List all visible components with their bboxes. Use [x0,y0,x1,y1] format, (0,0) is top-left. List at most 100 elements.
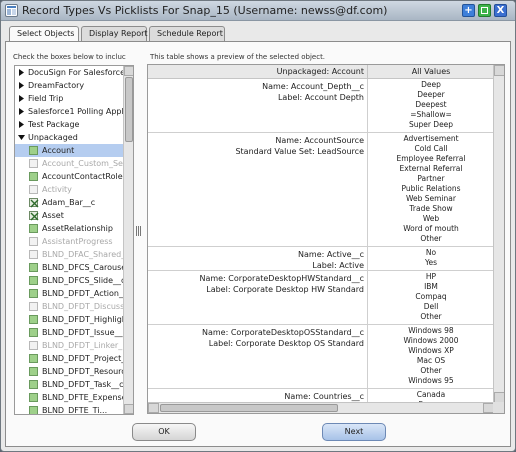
table-vertical-scrollbar[interactable] [493,65,504,403]
tree-object-item[interactable]: Asset [15,209,124,222]
picklist-value: =Shallow= [410,110,452,119]
tree-item-label: Account_Custom_Setti [42,159,124,168]
picklist-value: Other [420,312,442,321]
checkbox[interactable] [29,289,38,298]
splitter-handle[interactable] [136,226,143,238]
picklist-value: External Referral [399,164,463,173]
tree-item-label: BLND_DFCS_Carouse [42,263,124,272]
table-row: Name: Account_Depth__c Label: Account Dep… [148,79,494,133]
tree-item-label: BLND_DFDT_Discussi [42,302,124,311]
tree-object-item[interactable]: AssetRelationship [15,222,124,235]
tree-object-item[interactable]: BLND_DFDT_Action_I [15,287,124,300]
tree-scroll-thumb[interactable] [125,77,133,142]
tree-object-item[interactable]: BLND_DFCS_Slide__c [15,274,124,287]
checkbox[interactable] [29,328,38,337]
picklist-value: Windows XP [408,346,454,355]
tree-object-item[interactable]: BLND_DFDT_Task__c [15,378,124,391]
tree-item-label: BLND_DFDT_Highligh [42,315,124,324]
maximize-icon[interactable] [478,4,491,17]
checkbox[interactable] [29,172,38,181]
plus-icon[interactable]: + [462,4,475,17]
tree-object-item[interactable]: BLND_DFDT_Project_ [15,352,124,365]
picklist-value: IBM [424,282,438,291]
expand-down-icon[interactable] [18,134,25,141]
picklist-values-cell: Windows 98 Windows 2000 Windows XP Mac OS Ot… [368,325,494,388]
tree-item-label: DocuSign For Salesforce [28,68,124,77]
checkbox[interactable] [29,224,38,233]
field-info-cell: Name: CorporateDesktopHWStandard__c Label… [148,271,368,324]
next-button[interactable]: Next [322,423,386,441]
picklist-values-cell: Deep Deeper Deepest =Shallow= Super Deep [368,79,494,132]
scroll-left-icon[interactable] [148,403,159,413]
tree-package-item[interactable]: DocuSign For Salesforce [15,66,124,79]
tree-object-item[interactable]: Activity [15,183,124,196]
checkbox[interactable] [29,393,38,402]
tree-object-item[interactable]: BLND_DFCS_Carouse [15,261,124,274]
checkbox[interactable] [29,406,38,414]
tree-item-label: AssetRelationship [42,224,113,233]
picklist-values-cell: HP IBM Compaq Dell Other [368,271,494,324]
checkbox[interactable] [29,146,38,155]
tab-select-objects[interactable]: Select Objects [9,26,79,42]
checkbox-x-icon[interactable] [29,211,39,221]
expand-right-icon[interactable] [18,95,25,102]
picklist-value: Word of mouth [403,224,459,233]
tree-object-item[interactable]: BLND_DFTE_Expense [15,391,124,404]
tree-object-item[interactable]: BLND_DFAC_Shared_ [15,248,124,261]
tree-object-item[interactable]: AssistantProgress [15,235,124,248]
picklist-values-cell: No Yes [368,247,494,270]
tree-object-item[interactable]: BLND_DFDT_Highligh [15,313,124,326]
expand-right-icon[interactable] [18,121,25,128]
tree-package-item[interactable]: DreamFactory [15,79,124,92]
tree-item-label: BLND_DFDT_Project_ [42,354,124,363]
tree-package-item[interactable]: Test Package [15,118,124,131]
tree-scrollbar[interactable] [123,66,133,414]
table-horizontal-scrollbar[interactable] [148,402,494,413]
tree-object-item[interactable]: BLND_DFDT_Resourc [15,365,124,378]
expand-right-icon[interactable] [18,82,25,89]
checkbox[interactable] [29,276,38,285]
object-tree: DocuSign For Salesforce DreamFactory Field… [14,65,134,415]
checkbox[interactable] [29,341,38,350]
checkbox[interactable] [29,315,38,324]
tab-display-report[interactable]: Display Report [81,26,148,41]
tree-object-item[interactable]: BLND_DFTE_Ti... [15,404,124,414]
tree-object-item[interactable]: Account [15,144,124,157]
tree-item-label: Account [42,146,75,155]
checkbox[interactable] [29,367,38,376]
tree-object-item[interactable]: BLND_DFDT_Issue__c [15,326,124,339]
tree-object-item[interactable]: Account_Custom_Setti [15,157,124,170]
tree-object-item[interactable]: BLND_DFDT_Linker_ [15,339,124,352]
tree-package-item[interactable]: Salesforce1 Polling Applic [15,105,124,118]
checkbox[interactable] [29,380,38,389]
preview-table: Unpackaged: Account All Values Name: Acc… [147,64,505,414]
picklist-value: Other [420,234,442,243]
scroll-down-icon[interactable] [124,404,133,414]
field-name: Name: Active__c [298,250,364,259]
tree-package-item[interactable]: Unpackaged [15,131,124,144]
tab-schedule-report[interactable]: Schedule Report [149,26,225,41]
checkbox[interactable] [29,302,38,311]
expand-right-icon[interactable] [18,69,25,76]
checkbox[interactable] [29,185,38,194]
table-hscroll-thumb[interactable] [160,404,338,412]
checkbox[interactable] [29,237,38,246]
close-icon[interactable]: X [494,4,507,17]
tree-object-item[interactable]: Adam_Bar__c [15,196,124,209]
checkbox[interactable] [29,159,38,168]
tree-item-label: BLND_DFDT_Resourc [42,367,124,376]
checkbox[interactable] [29,354,38,363]
picklist-value: Windows 2000 [403,336,459,345]
tree-object-item[interactable]: BLND_DFDT_Discussi [15,300,124,313]
tree-package-item[interactable]: Field Trip [15,92,124,105]
scroll-up-icon[interactable] [494,65,504,76]
tree-item-label: AccountContactRole [42,172,123,181]
tree-object-item[interactable]: AccountContactRole [15,170,124,183]
checkbox[interactable] [29,263,38,272]
expand-right-icon[interactable] [18,108,25,115]
scroll-up-icon[interactable] [124,66,133,76]
checkbox-x-icon[interactable] [29,198,39,208]
picklist-value: Web Seminar [406,194,456,203]
ok-button[interactable]: OK [132,423,196,441]
checkbox[interactable] [29,250,38,259]
